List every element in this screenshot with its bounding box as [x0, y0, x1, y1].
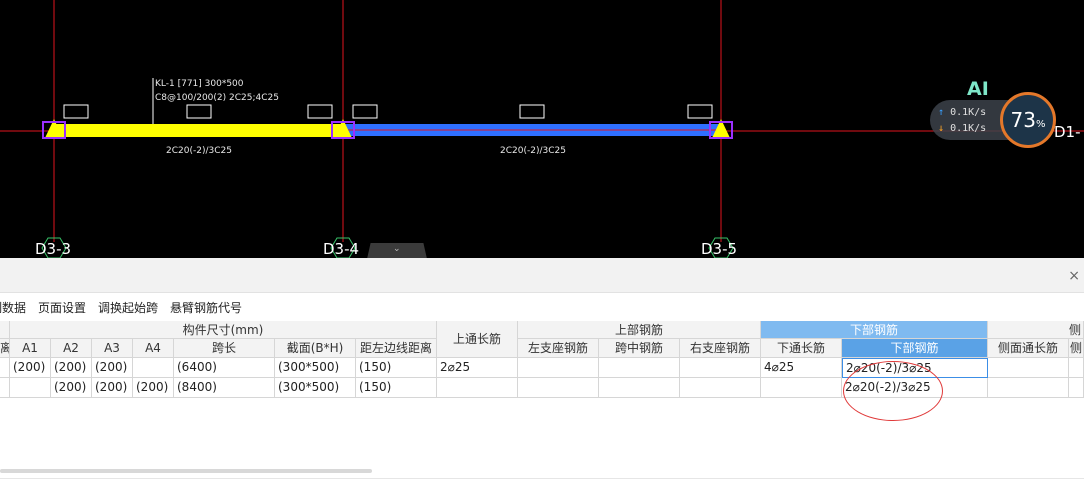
table-cell[interactable]	[599, 378, 680, 398]
memory-usage-ring[interactable]: 73%	[1000, 92, 1056, 148]
upload-speed-unit: K/s	[968, 107, 987, 118]
panel-bottom-border	[0, 478, 1084, 479]
table-cell[interactable]	[761, 378, 842, 398]
table-cell[interactable]: (150)	[356, 358, 437, 378]
network-speed-widget[interactable]: ↑ 0.1K/s ↓ 0.1K/s 73%	[930, 92, 1056, 148]
header-group-top-rebar: 上部钢筋	[518, 321, 761, 339]
table-cell[interactable]: (200)	[10, 358, 51, 378]
table-cell[interactable]: (200)	[92, 378, 133, 398]
axis-label-d3-5: D3-5	[701, 240, 737, 258]
arrow-down-icon: ↓	[938, 123, 945, 134]
header-side-more[interactable]: 侧	[1069, 339, 1084, 358]
table-cell[interactable]: 2⌀25	[437, 358, 518, 378]
table-cell[interactable]: 4⌀25	[761, 358, 842, 378]
header-right-support[interactable]: 右支座钢筋	[680, 339, 761, 358]
span1-right-label-box[interactable]	[307, 104, 333, 119]
table-cell[interactable]	[680, 378, 761, 398]
header-bottom-rebar[interactable]: 下部钢筋	[842, 339, 988, 358]
beam-span-1[interactable]	[54, 124, 343, 137]
header-side-through[interactable]: 侧面通长筋	[988, 339, 1069, 358]
table-cell[interactable]	[988, 378, 1069, 398]
span2-mid-label-box[interactable]	[519, 104, 545, 119]
span2-rebar-text[interactable]: 2C20(-2)/3C25	[500, 146, 566, 156]
table-header-corner	[0, 321, 10, 339]
header-bottom-through[interactable]: 下通长筋	[761, 339, 842, 358]
download-speed: ↓ 0.1K/s	[938, 123, 986, 134]
header-a2[interactable]: A2	[51, 339, 92, 358]
header-a4[interactable]: A4	[133, 339, 174, 358]
header-mid-span[interactable]: 跨中钢筋	[599, 339, 680, 358]
table-cell[interactable]: (8400)	[174, 378, 275, 398]
upload-speed-value: 0.1	[950, 107, 969, 118]
cantilever-rebar-code-button[interactable]: 悬臂钢筋代号	[170, 299, 242, 316]
axis-label-d3-3: D3-3	[35, 240, 71, 258]
header-edge[interactable]: 离	[0, 339, 10, 358]
upload-speed: ↑ 0.1K/s	[938, 107, 986, 118]
panel-collapse-handle[interactable]: ⌄	[367, 243, 427, 258]
table-cell[interactable]: (200)	[92, 358, 133, 378]
table-cell[interactable]	[518, 378, 599, 398]
header-group-size: 构件尺寸(mm)	[10, 321, 437, 339]
table-cell[interactable]: (200)	[133, 378, 174, 398]
panel-title-bar: ×	[0, 258, 1084, 293]
header-a3[interactable]: A3	[92, 339, 133, 358]
download-speed-unit: K/s	[968, 123, 987, 134]
header-left-support[interactable]: 左支座钢筋	[518, 339, 599, 358]
table-cell[interactable]: (200)	[51, 378, 92, 398]
header-group-bottom-rebar: 下部钢筋	[761, 321, 988, 339]
table-cell[interactable]	[133, 358, 174, 378]
span1-left-label-box[interactable]	[63, 104, 89, 119]
chevron-down-icon: ⌄	[393, 244, 401, 254]
cad-drawing[interactable]: KL-1 [771] 300*500 C8@100/200(2) 2C25;4C…	[0, 0, 1084, 258]
table-cell[interactable]: (300*500)	[275, 378, 356, 398]
copy-data-button[interactable]: 制数据	[0, 299, 26, 316]
table-cell[interactable]	[0, 378, 10, 398]
download-speed-value: 0.1	[950, 123, 969, 134]
panel-toolbar: 制数据 页面设置 调换起始跨 悬臂钢筋代号	[0, 294, 254, 320]
table-cell[interactable]: (200)	[51, 358, 92, 378]
table-cell[interactable]	[1069, 378, 1084, 398]
memory-usage-percent: 73%	[1010, 108, 1046, 132]
header-group-side: 侧	[988, 321, 1084, 339]
table-cell[interactable]	[1069, 358, 1084, 378]
table-cell[interactable]	[0, 358, 10, 378]
span1-mid-label-box[interactable]	[186, 104, 212, 119]
table-cell[interactable]	[437, 378, 518, 398]
span2-left-label-box[interactable]	[352, 104, 378, 119]
header-a1[interactable]: A1	[10, 339, 51, 358]
header-section[interactable]: 截面(B*H)	[275, 339, 356, 358]
table-cell[interactable]: (300*500)	[275, 358, 356, 378]
header-offset[interactable]: 距左边线距离	[356, 339, 437, 358]
axis-label-d1: D1-	[1054, 123, 1081, 141]
table-cell[interactable]	[518, 358, 599, 378]
table-cell[interactable]	[599, 358, 680, 378]
close-icon[interactable]: ×	[1068, 268, 1080, 284]
page-setup-button[interactable]: 页面设置	[38, 299, 86, 316]
beam-label-line2[interactable]: C8@100/200(2) 2C25;4C25	[155, 93, 279, 103]
axis-label-d3-4: D3-4	[323, 240, 359, 258]
horizontal-scrollbar[interactable]	[0, 469, 372, 473]
annotation-circle	[843, 361, 943, 421]
cad-viewport[interactable]: KL-1 [771] 300*500 C8@100/200(2) 2C25;4C…	[0, 0, 1084, 258]
header-top-through[interactable]: 上通长筋	[437, 321, 518, 358]
table-cell[interactable]	[988, 358, 1069, 378]
header-span[interactable]: 跨长	[174, 339, 275, 358]
table-cell[interactable]: (150)	[356, 378, 437, 398]
span2-right-label-box[interactable]	[687, 104, 713, 119]
table-cell[interactable]: (6400)	[174, 358, 275, 378]
beam-label-line1[interactable]: KL-1 [771] 300*500	[155, 79, 244, 89]
table-cell[interactable]	[680, 358, 761, 378]
span1-rebar-text[interactable]: 2C20(-2)/3C25	[166, 146, 232, 156]
swap-start-span-button[interactable]: 调换起始跨	[98, 299, 158, 316]
arrow-up-icon: ↑	[938, 107, 945, 118]
table-cell[interactable]	[10, 378, 51, 398]
